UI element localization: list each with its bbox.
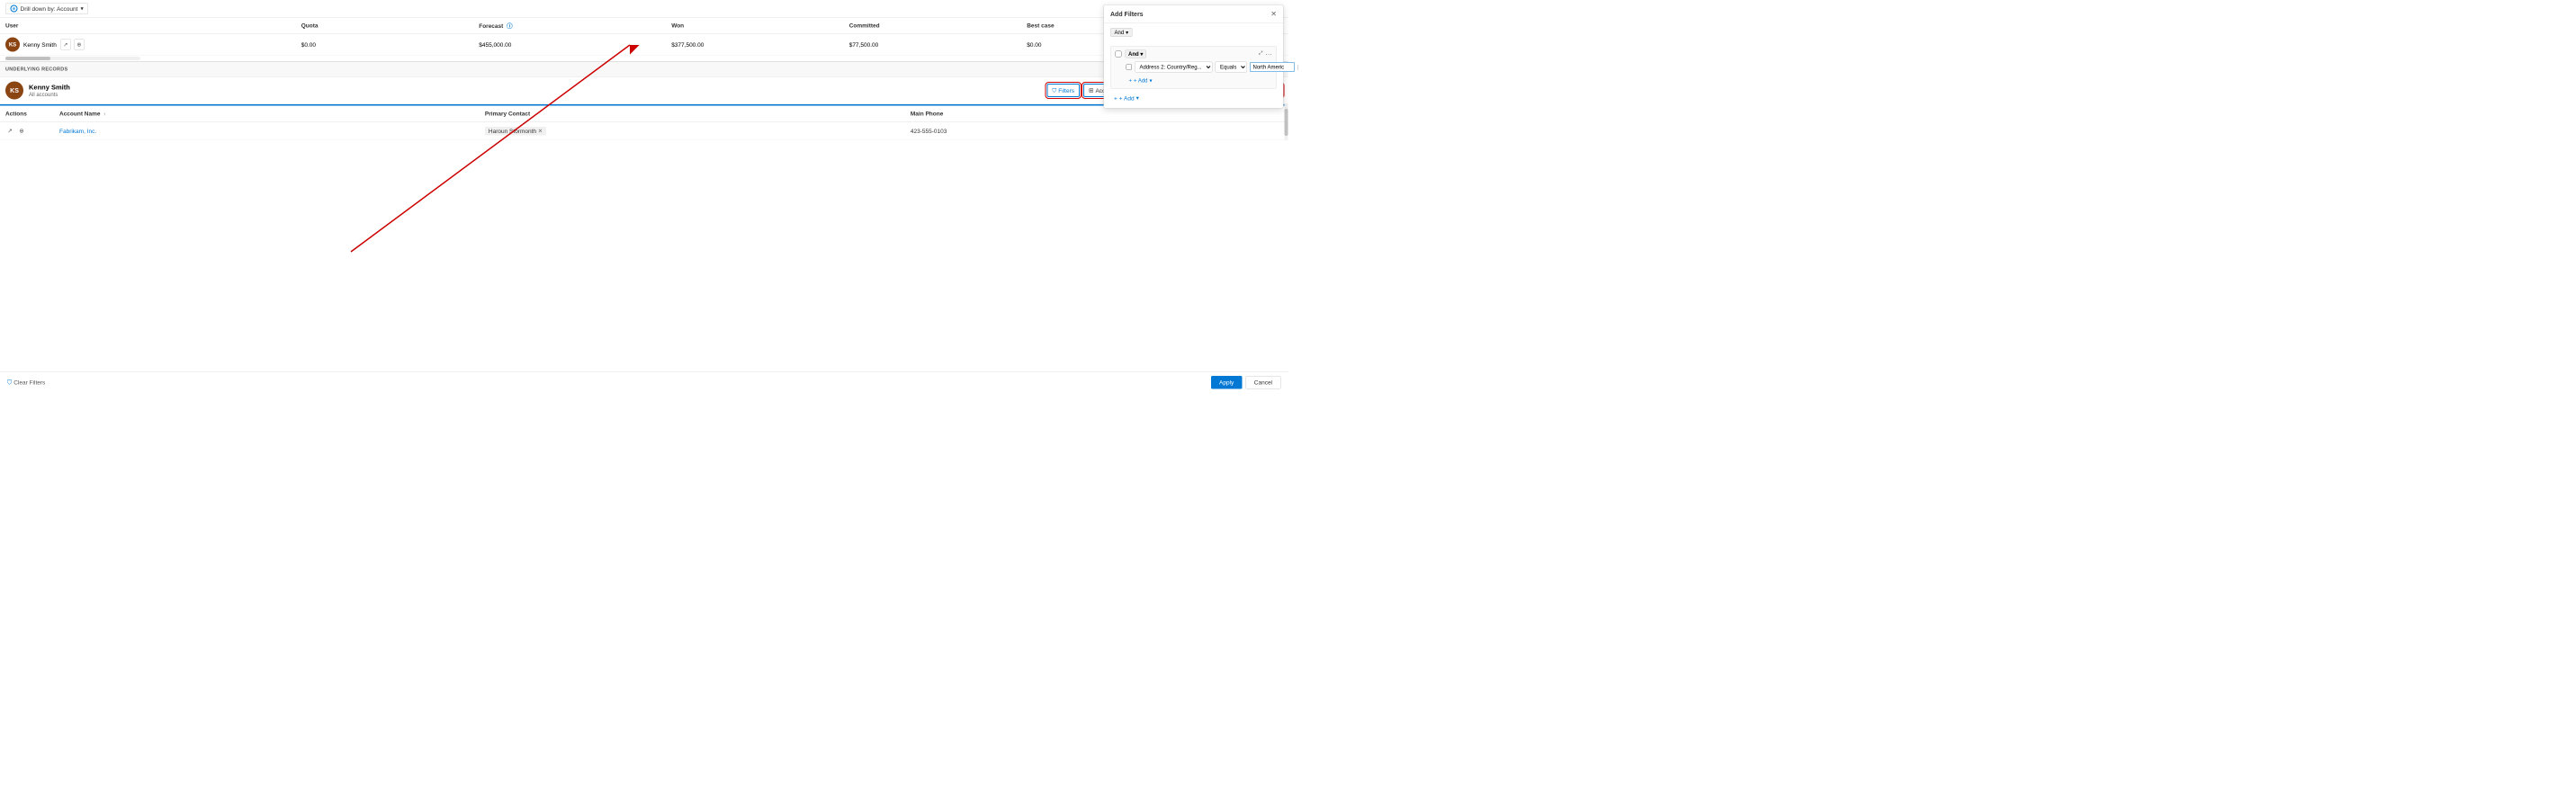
- filters-button[interactable]: ⛉ Filters: [1046, 84, 1080, 97]
- col-account-name[interactable]: Account Name ↑: [54, 106, 480, 122]
- and-chevron-top: ▾: [1126, 30, 1128, 36]
- filters-label: Filters: [1058, 87, 1074, 94]
- add-sub-chevron: ▾: [1150, 77, 1153, 84]
- panel-header: Add Filters ✕: [1104, 5, 1283, 24]
- filter-group-checkbox[interactable]: [1116, 51, 1122, 58]
- and-badge-top[interactable]: And ▾: [1110, 28, 1133, 37]
- filter-expand-icon[interactable]: ⤢: [1259, 50, 1262, 58]
- user-cell: KS Kenny Smith ↗ ⊕: [0, 33, 296, 56]
- h-scrollbar[interactable]: [5, 57, 140, 60]
- filter-icon: ⛉: [1052, 87, 1056, 94]
- h-scrollbar-thumb: [5, 57, 50, 60]
- add-main-label: + Add: [1119, 94, 1135, 102]
- globe-icon: ⊕: [11, 5, 18, 13]
- top-bar: ⊕ Drill down by: Account ▾: [0, 0, 1288, 18]
- underlying-records-section: UNDERLYING RECORDS ⊞ Show as Kanban ⤢ Ex…: [0, 61, 1288, 140]
- filter-row-checkbox[interactable]: [1126, 64, 1133, 70]
- user-avatar-large: KS: [5, 82, 23, 100]
- records-area: Actions Account Name ↑ Primary Contact M…: [0, 104, 1288, 140]
- clear-filters-button[interactable]: ⛉ Clear Filters: [7, 379, 45, 387]
- and-label-top: And: [1115, 30, 1125, 36]
- filter-row-outer: And ▾ ⤢ ··· Address 2: Country/Reg...: [1110, 46, 1277, 89]
- filter-value-input[interactable]: [1250, 62, 1295, 72]
- target-icon[interactable]: ⊕: [74, 40, 85, 50]
- add-main-filter-button[interactable]: + + Add ▾: [1110, 93, 1143, 103]
- panel-title: Add Filters: [1110, 11, 1144, 18]
- add-sub-plus: +: [1129, 77, 1133, 84]
- user-info-bar: KS Kenny Smith All accounts ⛉ Filters ⊞ …: [0, 77, 1288, 105]
- quota-cell: $0.00: [296, 33, 474, 56]
- add-main-chevron: ▾: [1136, 94, 1139, 102]
- user-subtitle: All accounts: [29, 91, 70, 97]
- field-selector[interactable]: Address 2: Country/Reg...: [1135, 62, 1213, 73]
- actions-cell: ↗ ⊕: [0, 121, 54, 140]
- account-name-cell[interactable]: Fabrikam, Inc.: [54, 121, 480, 140]
- share-icon[interactable]: ↗: [60, 40, 71, 50]
- filter-input-icon: |: [1297, 64, 1299, 70]
- committed-cell: $77,500.00: [844, 33, 1022, 56]
- add-sub-label: + Add: [1134, 77, 1148, 84]
- col-primary-contact: Primary Contact: [480, 106, 905, 122]
- col-won: Won: [666, 18, 844, 34]
- v-scrollbar[interactable]: [1285, 104, 1288, 140]
- v-scrollbar-thumb: [1285, 109, 1288, 136]
- underlying-records-header: UNDERLYING RECORDS ⊞ Show as Kanban ⤢ Ex…: [0, 62, 1288, 77]
- primary-contact-cell: Haroun Stormonth ✕: [480, 121, 905, 140]
- user-name-cell: Kenny Smith: [23, 41, 57, 49]
- panel-body: And ▾ And ▾ ⤢ ···: [1104, 23, 1283, 108]
- operator-selector[interactable]: Equals: [1216, 62, 1248, 73]
- forecast-cell: $455,000.00: [473, 33, 666, 56]
- clear-filters-label: Clear Filters: [13, 379, 45, 387]
- underlying-records-title: UNDERLYING RECORDS: [5, 67, 67, 72]
- add-sub-filter-button[interactable]: + + Add ▾: [1126, 76, 1155, 85]
- user-name: Kenny Smith: [29, 84, 70, 92]
- drill-down-button[interactable]: ⊕ Drill down by: Account ▾: [5, 3, 88, 14]
- add-icon[interactable]: ⊕: [17, 127, 26, 136]
- col-quota: Quota: [296, 18, 474, 34]
- user-avatar: KS: [5, 38, 20, 52]
- remove-contact-icon[interactable]: ✕: [538, 128, 543, 134]
- won-cell: $377,500.00: [666, 33, 844, 56]
- filter-row-left: And ▾: [1116, 50, 1146, 58]
- col-user: User: [0, 18, 296, 34]
- table-row: ↗ ⊕ Fabrikam, Inc. Haroun Stormonth ✕ 42…: [0, 121, 1288, 140]
- contact-tag: Haroun Stormonth ✕: [485, 127, 546, 136]
- contact-name: Haroun Stormonth: [489, 128, 536, 135]
- cancel-button[interactable]: Cancel: [1245, 376, 1280, 389]
- apply-button[interactable]: Apply: [1211, 376, 1242, 389]
- clear-filter-icon: ⛉: [7, 379, 12, 387]
- sort-icon: ↑: [103, 112, 106, 118]
- panel-close-button[interactable]: ✕: [1270, 10, 1277, 19]
- main-phone-cell: 423-555-0103: [905, 121, 1288, 140]
- records-table: Actions Account Name ↑ Primary Contact M…: [0, 106, 1288, 141]
- filter-row-icons: ⤢ ···: [1259, 50, 1271, 58]
- filter-row-header: And ▾ ⤢ ···: [1116, 50, 1272, 58]
- add-main-plus: +: [1114, 94, 1117, 102]
- col-actions: Actions: [0, 106, 54, 122]
- grid-icon: ⊞: [1089, 87, 1093, 94]
- and-label-inner: And ▾: [1126, 50, 1146, 58]
- forecast-row: KS Kenny Smith ↗ ⊕ $0.00 $455,000.00 $37…: [0, 33, 1288, 56]
- bottom-action-bar: ⛉ Clear Filters Apply Cancel: [0, 372, 1288, 393]
- drill-down-chevron: ▾: [80, 5, 83, 13]
- col-committed: Committed: [844, 18, 1022, 34]
- navigate-icon[interactable]: ↗: [5, 127, 14, 136]
- drill-down-label: Drill down by: Account: [21, 5, 78, 13]
- filter-row-inner: Address 2: Country/Reg... Equals |: [1126, 62, 1272, 73]
- add-filters-panel: Add Filters ✕ And ▾ And ▾: [1104, 4, 1284, 109]
- bottom-right-buttons: Apply Cancel: [1211, 376, 1281, 389]
- forecast-info-icon[interactable]: ⓘ: [507, 22, 513, 30]
- filter-more-icon[interactable]: ···: [1266, 50, 1272, 58]
- user-info-text: Kenny Smith All accounts: [29, 84, 70, 98]
- forecast-table: User Quota Forecast ⓘ Won Committed Best…: [0, 18, 1288, 57]
- col-forecast: Forecast ⓘ: [473, 18, 666, 34]
